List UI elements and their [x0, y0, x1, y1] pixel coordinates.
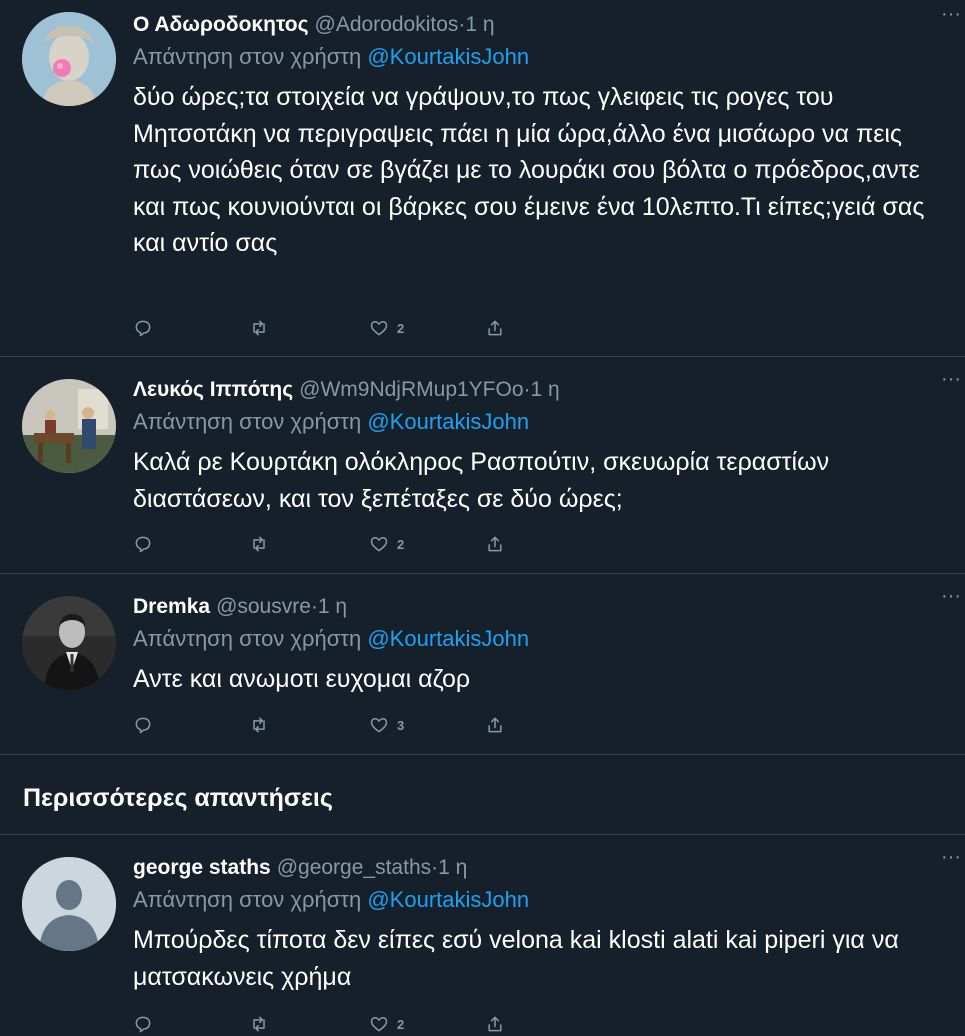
separator-dot: ·: [523, 378, 531, 401]
reply-button[interactable]: [133, 316, 153, 340]
tweet-header: Λευκός Ιππότης @Wm9NdjRMup1YFOo·1 η: [133, 375, 935, 405]
tweet-text: Καλά ρε Κουρτάκη ολόκληρος Ρασπούτιν, σκ…: [133, 448, 830, 513]
default-avatar-icon: [22, 857, 116, 951]
author-name[interactable]: george staths: [133, 856, 271, 879]
replying-to-line: Απάντηση στον χρήστη @KourtakisJohn: [133, 884, 935, 916]
heart-icon: [370, 537, 388, 552]
retweet-icon: [253, 1016, 265, 1032]
avatar[interactable]: [22, 379, 116, 473]
replying-to-line: Απάντηση στον χρήστη @KourtakisJohn: [133, 406, 935, 438]
share-icon: [488, 536, 502, 552]
reply-button[interactable]: [133, 1012, 153, 1036]
share-icon: [488, 1016, 502, 1032]
like-count: 2: [397, 1016, 405, 1032]
more-options-icon[interactable]: ···: [941, 847, 961, 877]
statue-avatar-image: [22, 12, 116, 106]
timestamp[interactable]: 1 η: [465, 13, 494, 36]
reply-icon: [135, 536, 151, 553]
more-options-icon[interactable]: ···: [941, 369, 961, 399]
like-button[interactable]: 2: [369, 1012, 404, 1036]
mention-link[interactable]: @KourtakisJohn: [367, 626, 529, 651]
heart-icon: [370, 1017, 388, 1032]
author-name[interactable]: Dremka: [133, 595, 210, 618]
replying-prefix: Απάντηση στον χρήστη: [133, 887, 362, 912]
author-handle[interactable]: @Adorodokitos: [315, 13, 459, 36]
tweet-text: Μπούρδες τίποτα δεν είπες εσύ velona kai…: [133, 926, 899, 991]
retweet-button[interactable]: [249, 1012, 269, 1036]
share-icon: [488, 717, 502, 733]
author-handle[interactable]: @Wm9NdjRMup1YFOo: [299, 378, 523, 401]
avatar[interactable]: [22, 596, 116, 690]
mention-link[interactable]: @KourtakisJohn: [367, 887, 529, 912]
timestamp[interactable]: 1 η: [318, 595, 347, 618]
avatar[interactable]: [22, 12, 116, 106]
mention-link[interactable]: @KourtakisJohn: [367, 44, 529, 69]
replying-prefix: Απάντηση στον χρήστη: [133, 44, 362, 69]
retweet-icon: [253, 320, 265, 336]
tweet-reply[interactable]: george staths @george_staths·1 η Απάντηση…: [0, 835, 965, 1033]
tweet-reply[interactable]: Dremka @sousvre·1 η Απάντηση στον χρήστη …: [0, 574, 965, 755]
reply-button[interactable]: [133, 532, 153, 556]
reply-button[interactable]: [133, 713, 153, 737]
retweet-button[interactable]: [249, 532, 269, 556]
more-options-icon[interactable]: ···: [941, 4, 961, 34]
author-handle[interactable]: @sousvre: [216, 595, 311, 618]
tweet-text: δύο ώρες;τα στοιχεία να γράψουν,το πως γ…: [133, 83, 925, 257]
like-count: 3: [397, 717, 405, 733]
share-button[interactable]: [485, 713, 505, 737]
portrait-avatar-image: [22, 596, 116, 690]
like-count: 2: [397, 320, 405, 336]
reply-icon: [135, 320, 151, 337]
like-button[interactable]: 2: [369, 532, 404, 556]
more-replies-heading[interactable]: Περισσότερες απαντήσεις: [23, 778, 333, 818]
replying-prefix: Απάντηση στον χρήστη: [133, 409, 362, 434]
reply-icon: [135, 1016, 151, 1033]
author-handle[interactable]: @george_staths: [277, 856, 431, 879]
more-options-icon[interactable]: ···: [941, 586, 961, 616]
avatar[interactable]: [22, 857, 116, 951]
retweet-button[interactable]: [249, 713, 269, 737]
like-button[interactable]: 2: [369, 316, 404, 340]
author-name[interactable]: Λευκός Ιππότης: [133, 378, 293, 401]
share-button[interactable]: [485, 1012, 505, 1036]
separator-dot: ·: [310, 595, 318, 618]
share-button[interactable]: [485, 532, 505, 556]
replying-to-line: Απάντηση στον χρήστη @KourtakisJohn: [133, 623, 935, 655]
tweet-header: Dremka @sousvre·1 η: [133, 592, 935, 622]
like-count: 2: [397, 536, 405, 552]
tweet-reply[interactable]: Λευκός Ιππότης @Wm9NdjRMup1YFOo·1 η Απάντ…: [0, 357, 965, 574]
replying-to-line: Απάντηση στον χρήστη @KourtakisJohn: [133, 41, 935, 73]
tweet-header: george staths @george_staths·1 η: [133, 853, 935, 883]
reply-icon: [135, 717, 151, 734]
retweet-button[interactable]: [249, 316, 269, 340]
heart-icon: [370, 718, 388, 733]
tweet-text: Αντε και ανωμοτι ευχομαι αζορ: [133, 665, 471, 693]
author-name[interactable]: Ο Αδωροδοκητος: [133, 13, 309, 36]
mention-link[interactable]: @KourtakisJohn: [367, 409, 529, 434]
tweet-header: Ο Αδωροδοκητος @Adorodokitos·1 η: [133, 10, 935, 40]
tweet-reply[interactable]: Ο Αδωροδοκητος @Adorodokitos·1 η Απάντηση…: [0, 0, 965, 357]
timestamp[interactable]: 1 η: [531, 378, 560, 401]
timestamp[interactable]: 1 η: [438, 856, 467, 879]
share-button[interactable]: [485, 316, 505, 340]
like-button[interactable]: 3: [369, 713, 404, 737]
replying-prefix: Απάντηση στον χρήστη: [133, 626, 362, 651]
share-icon: [488, 320, 502, 336]
office-scene-avatar-image: [22, 379, 116, 473]
retweet-icon: [253, 717, 265, 733]
retweet-icon: [253, 536, 265, 552]
heart-icon: [370, 321, 388, 336]
